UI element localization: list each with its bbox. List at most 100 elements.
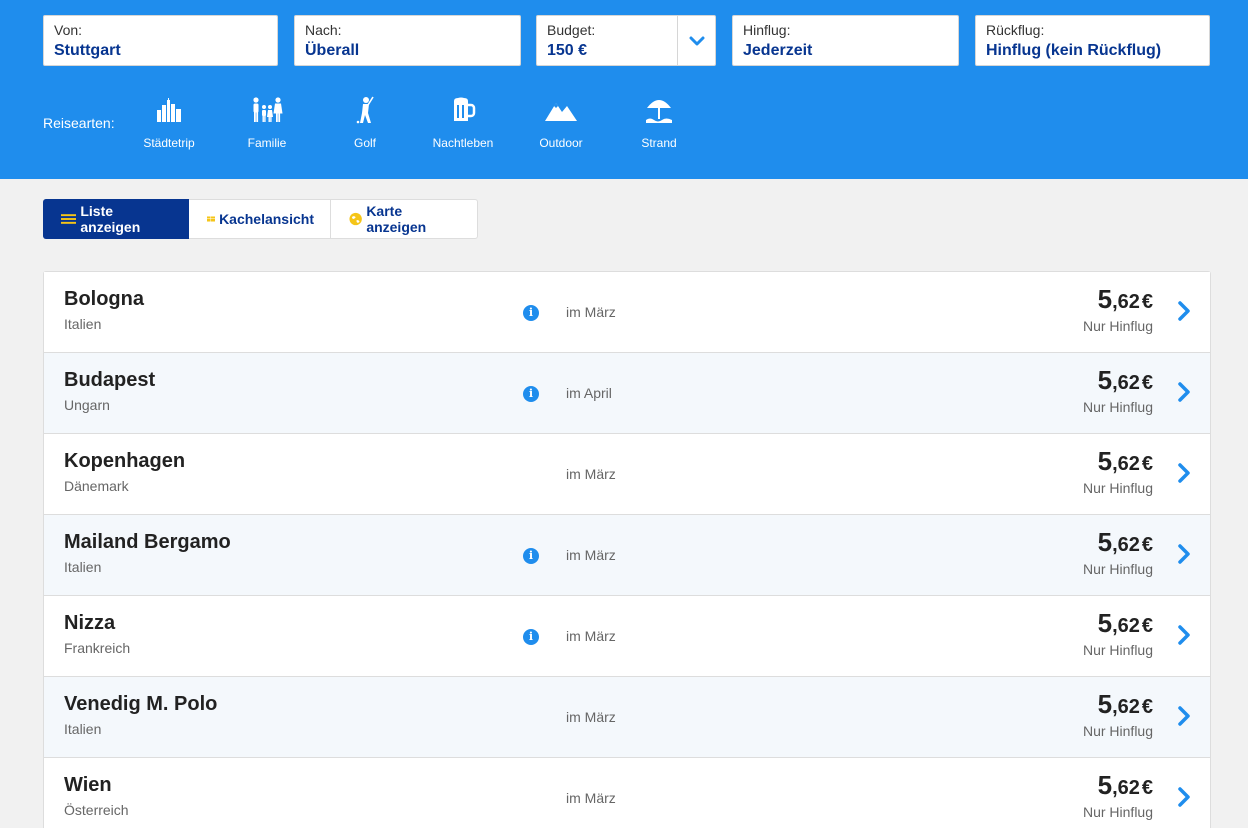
return-date-field[interactable]: Rückflug: Hinflug (kein Rückflug) <box>975 15 1210 66</box>
price-integer: 5 <box>1097 284 1113 314</box>
travel-type-citytrip[interactable]: Städtetrip <box>126 94 212 150</box>
beach-umbrella-icon <box>646 100 672 123</box>
info-icon[interactable]: i <box>523 629 539 645</box>
travel-type-label: Familie <box>247 136 287 150</box>
view-switcher: Liste anzeigen Kachelansicht Karte anzei… <box>43 199 478 239</box>
destination-row[interactable]: Wien Österreich im März 5,62 € Nur Hinflu… <box>44 758 1210 828</box>
destination-list: Bologna Italien i im März 5,62 € Nur Hinf… <box>43 271 1211 828</box>
destination-city: Budapest <box>64 369 156 391</box>
destination-country: Frankreich <box>64 640 131 656</box>
destination-month: im April <box>566 385 612 401</box>
travel-type-label: Outdoor <box>539 136 583 150</box>
family-icon <box>253 97 283 122</box>
travel-type-beach[interactable]: Strand <box>616 94 702 150</box>
price-currency: € <box>1141 615 1153 637</box>
price-decimals: ,62 <box>1112 453 1140 475</box>
list-icon <box>61 214 77 224</box>
budget-label: Budget: <box>547 22 596 38</box>
destination-month: im März <box>566 547 616 563</box>
price-currency: € <box>1141 291 1153 313</box>
globe-icon <box>349 212 362 226</box>
travel-type-nightlife[interactable]: Nachtleben <box>420 94 506 150</box>
travel-type-outdoor[interactable]: Outdoor <box>518 94 604 150</box>
travel-type-label: Strand <box>641 136 677 150</box>
travel-type-label: Golf <box>353 136 376 150</box>
destination-row[interactable]: Bologna Italien i im März 5,62 € Nur Hinf… <box>44 272 1210 353</box>
destination-row[interactable]: Venedig M. Polo Italien im März 5,62 € Nu… <box>44 677 1210 758</box>
tiles-icon <box>207 216 216 222</box>
price-integer: 5 <box>1097 365 1113 395</box>
price-currency: € <box>1141 534 1153 556</box>
chevron-right-icon[interactable] <box>1177 624 1191 646</box>
destination-country: Italien <box>64 721 102 737</box>
price-note: Nur Hinflug <box>1082 399 1153 415</box>
info-icon[interactable]: i <box>523 386 539 402</box>
price-currency: € <box>1141 453 1153 475</box>
budget-dropdown-toggle[interactable] <box>677 16 715 65</box>
destination-row[interactable]: Nizza Frankreich i im März 5,62 € Nur Hin… <box>44 596 1210 677</box>
destination-country: Österreich <box>64 802 129 818</box>
departure-date-value: Jederzeit <box>743 42 813 59</box>
budget-select[interactable]: Budget: 150 € <box>536 15 716 66</box>
beer-mug-icon <box>454 97 476 121</box>
tab-map-view[interactable]: Karte anzeigen <box>331 200 477 238</box>
price: 5,62 € <box>1098 770 1153 801</box>
price: 5,62 € <box>1098 689 1153 720</box>
destination-row[interactable]: Mailand Bergamo Italien i im März 5,62 € … <box>44 515 1210 596</box>
chevron-right-icon[interactable] <box>1177 705 1191 727</box>
chevron-right-icon[interactable] <box>1177 462 1191 484</box>
destination-month: im März <box>566 709 616 725</box>
destination-field[interactable]: Nach: Überall <box>294 15 521 66</box>
destination-row[interactable]: Kopenhagen Dänemark im März 5,62 € Nur Hi… <box>44 434 1210 515</box>
destination-country: Italien <box>64 559 102 575</box>
destination-label: Nach: <box>305 22 342 38</box>
destination-month: im März <box>566 790 616 806</box>
price-integer: 5 <box>1097 527 1113 557</box>
chevron-right-icon[interactable] <box>1177 786 1191 808</box>
travel-types-label: Reisearten: <box>43 115 115 131</box>
city-skyline-icon <box>157 98 181 122</box>
destination-city: Bologna <box>64 288 144 310</box>
travel-type-family[interactable]: Familie <box>224 94 310 150</box>
price: 5,62 € <box>1098 284 1153 315</box>
travel-type-label: Städtetrip <box>143 136 195 150</box>
destination-row[interactable]: Budapest Ungarn i im April 5,62 € Nur Hin… <box>44 353 1210 434</box>
price: 5,62 € <box>1098 365 1153 396</box>
price-decimals: ,62 <box>1112 534 1140 556</box>
travel-type-golf[interactable]: Golf <box>322 94 408 150</box>
search-header: Von: Stuttgart Nach: Überall Budget: 150… <box>0 0 1248 179</box>
price-integer: 5 <box>1097 446 1113 476</box>
chevron-right-icon[interactable] <box>1177 381 1191 403</box>
chevron-right-icon[interactable] <box>1177 543 1191 565</box>
price: 5,62 € <box>1098 527 1153 558</box>
price-note: Nur Hinflug <box>1082 480 1153 496</box>
price-integer: 5 <box>1097 689 1113 719</box>
destination-country: Dänemark <box>64 478 129 494</box>
chevron-down-icon <box>689 36 704 45</box>
budget-value: 150 € <box>547 42 588 59</box>
travel-type-label: Nachtleben <box>432 136 494 150</box>
origin-label: Von: <box>54 22 83 38</box>
price-integer: 5 <box>1097 770 1113 800</box>
price-decimals: ,62 <box>1112 615 1140 637</box>
price-currency: € <box>1141 696 1153 718</box>
info-icon[interactable]: i <box>523 305 539 321</box>
destination-value: Überall <box>305 42 360 59</box>
destination-city: Wien <box>64 774 112 796</box>
golfer-icon <box>356 96 374 124</box>
price-decimals: ,62 <box>1112 291 1140 313</box>
tab-list-label: Liste anzeigen <box>80 203 141 235</box>
origin-value: Stuttgart <box>54 42 121 59</box>
return-date-value: Hinflug (kein Rückflug) <box>986 42 1162 59</box>
tab-tile-view[interactable]: Kachelansicht <box>189 200 331 238</box>
price-decimals: ,62 <box>1112 372 1140 394</box>
price: 5,62 € <box>1098 446 1153 477</box>
price-decimals: ,62 <box>1112 777 1140 799</box>
tab-list-view[interactable]: Liste anzeigen <box>43 199 189 239</box>
departure-date-field[interactable]: Hinflug: Jederzeit <box>732 15 959 66</box>
info-icon[interactable]: i <box>523 548 539 564</box>
origin-field[interactable]: Von: Stuttgart <box>43 15 278 66</box>
price-note: Nur Hinflug <box>1082 561 1153 577</box>
chevron-right-icon[interactable] <box>1177 300 1191 322</box>
price-integer: 5 <box>1097 608 1113 638</box>
